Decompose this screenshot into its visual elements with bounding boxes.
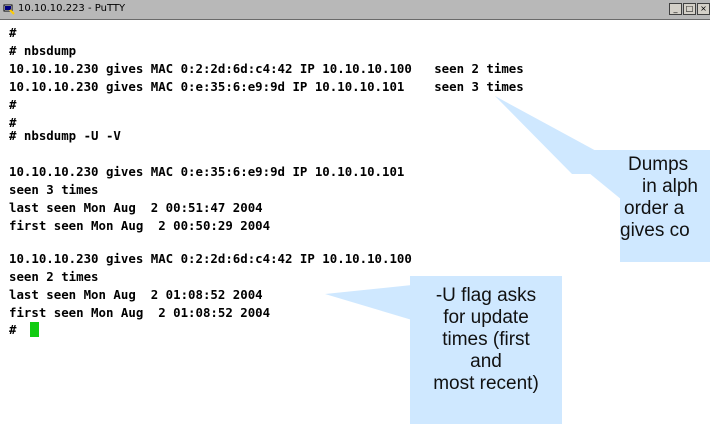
callout-dumps-line: gives co xyxy=(620,220,690,241)
callout-update-text: -U flag asks for update times (first and… xyxy=(410,285,562,395)
terminal-line: last seen Mon Aug 2 01:08:52 2004 xyxy=(9,287,263,302)
title-bar[interactable]: 10.10.10.223 - PuTTY _ □ × xyxy=(0,0,710,20)
close-icon[interactable]: × xyxy=(697,3,710,15)
terminal-line: last seen Mon Aug 2 00:51:47 2004 xyxy=(9,200,263,215)
prompt: # xyxy=(9,322,24,337)
putty-window: 10.10.10.223 - PuTTY _ □ × # # nbsdump 1… xyxy=(0,0,710,438)
terminal-line: 10.10.10.230 gives MAC 0:e:35:6:e9:9d IP… xyxy=(9,79,524,94)
callout-update-line: most recent) xyxy=(433,373,539,394)
window-controls: _ □ × xyxy=(669,3,710,15)
callout-dumps-line: Dumps xyxy=(628,154,689,175)
callout-update-line: for update xyxy=(443,307,529,328)
terminal-line: seen 3 times xyxy=(9,182,99,197)
putty-icon xyxy=(3,4,15,15)
callout-update-line: times (first xyxy=(442,329,530,350)
terminal-line: first seen Mon Aug 2 01:08:52 2004 xyxy=(9,305,271,320)
terminal-line: # xyxy=(9,25,17,40)
terminal-line: first seen Mon Aug 2 00:50:29 2004 xyxy=(9,218,271,233)
terminal-screen[interactable]: # # nbsdump 10.10.10.230 gives MAC 0:2:2… xyxy=(0,20,710,438)
callout-update-line: -U flag asks xyxy=(435,285,537,306)
callout-dumps-line: order a xyxy=(624,198,685,219)
terminal-line: 10.10.10.230 gives MAC 0:2:2d:6d:c4:42 I… xyxy=(9,251,412,266)
terminal-line: # nbsdump xyxy=(9,43,77,58)
terminal-line: # xyxy=(9,97,17,112)
callout-dumps-line: in alph xyxy=(642,176,698,197)
callout-dumps-text: Dumps in alph order a gives co xyxy=(620,154,710,242)
minimize-icon[interactable]: _ xyxy=(669,3,682,15)
terminal-line: 10.10.10.230 gives MAC 0:2:2d:6d:c4:42 I… xyxy=(9,61,524,76)
terminal-line: 10.10.10.230 gives MAC 0:e:35:6:e9:9d IP… xyxy=(9,164,405,179)
cursor xyxy=(29,322,39,337)
maximize-icon[interactable]: □ xyxy=(683,3,696,15)
terminal-line: seen 2 times xyxy=(9,269,99,284)
window-title: 10.10.10.223 - PuTTY xyxy=(18,3,126,14)
callout-update-line: and xyxy=(470,351,502,372)
terminal-line: # nbsdump -U -V xyxy=(9,128,121,143)
terminal-prompt-line: # xyxy=(9,322,39,340)
